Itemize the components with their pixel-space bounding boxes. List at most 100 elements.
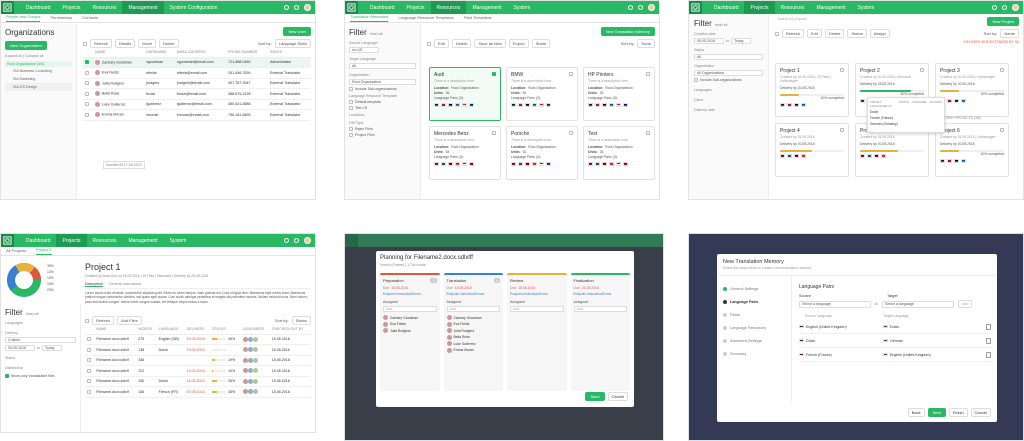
table-row[interactable]: Zachary Goodman zgoodman zgoodman@email.co… bbox=[83, 57, 311, 68]
row-checkbox[interactable] bbox=[85, 60, 89, 65]
edit-button[interactable]: Edit bbox=[807, 29, 822, 38]
assignee-avatar[interactable] bbox=[253, 378, 259, 384]
due-date[interactable]: 18.05.2016 bbox=[455, 286, 472, 290]
card-checkbox[interactable] bbox=[569, 131, 573, 135]
filter-organization[interactable]: Organization bbox=[694, 64, 763, 68]
help-icon[interactable] bbox=[628, 5, 633, 10]
assignee-row[interactable]: Emma Moran bbox=[446, 347, 501, 353]
row-checkbox[interactable] bbox=[85, 102, 89, 107]
help-icon[interactable] bbox=[284, 238, 289, 243]
export-button[interactable]: Export bbox=[509, 39, 529, 48]
filter-distribution[interactable]: Distribution bbox=[5, 366, 76, 370]
help-icon[interactable] bbox=[284, 5, 289, 10]
assignee-avatar[interactable] bbox=[253, 336, 259, 342]
card-checkbox[interactable] bbox=[840, 68, 844, 72]
project-card[interactable]: Project 4 Created by 15.05.2016 Delivery b… bbox=[775, 123, 849, 177]
test-lr-checkbox[interactable] bbox=[349, 106, 353, 110]
tm-card[interactable]: HP Printers There is a description here Lo… bbox=[583, 67, 655, 121]
reset-all-link[interactable]: reset all bbox=[370, 32, 383, 36]
card-checkbox[interactable] bbox=[646, 131, 650, 135]
move-button[interactable]: Move bbox=[138, 39, 157, 48]
assignee-row[interactable]: Zachary Goodman bbox=[446, 315, 501, 320]
delete-pair-icon[interactable] bbox=[986, 337, 991, 344]
filter-delivery-date[interactable]: Delivery date bbox=[694, 108, 763, 112]
assignee-row[interactable]: Luke Gutierrez bbox=[446, 341, 501, 346]
sort-select[interactable]: Language Skills bbox=[274, 39, 311, 48]
row-checkbox[interactable] bbox=[87, 337, 91, 342]
back-button[interactable]: Back bbox=[907, 408, 925, 417]
nav-resources[interactable]: Resources bbox=[775, 1, 811, 14]
tab-lr-templates[interactable]: Language Resource Templates bbox=[398, 15, 453, 22]
organization-select[interactable]: All Organizations bbox=[694, 70, 763, 76]
tree-item[interactable]: ISA Marketing bbox=[5, 75, 72, 83]
new-organization-button[interactable]: New Organization bbox=[5, 41, 47, 50]
expand-collapse-links[interactable]: Expand all | Collapse all bbox=[5, 54, 72, 58]
avatar[interactable] bbox=[648, 4, 655, 11]
sort-select[interactable]: Status bbox=[291, 316, 311, 325]
finish-button[interactable]: Finish bbox=[948, 408, 968, 417]
tm-card[interactable]: Audi There is a description here Location:… bbox=[429, 67, 501, 121]
tm-card[interactable]: Mercedes Benz There is a description here… bbox=[429, 126, 501, 180]
breadcrumb-project[interactable]: Project 1 bbox=[36, 247, 52, 255]
source-language-select[interactable]: en-US bbox=[349, 47, 379, 53]
app-logo[interactable] bbox=[1, 234, 14, 247]
add-assignee-input[interactable]: Add bbox=[573, 306, 627, 312]
row-checkbox[interactable] bbox=[85, 91, 89, 96]
wizard-step[interactable]: Language Pairs bbox=[723, 295, 785, 308]
col-username[interactable]: USERNAME bbox=[144, 48, 175, 58]
delete-button[interactable]: Delete bbox=[824, 29, 845, 38]
sort-select[interactable]: None bbox=[637, 39, 655, 48]
phase-instructions-link[interactable]: Endpoint Instruction/Errors bbox=[574, 292, 628, 296]
col-language[interactable]: LANGUAGE bbox=[156, 325, 185, 335]
select-all-checkbox[interactable] bbox=[85, 318, 89, 323]
nav-resources[interactable]: Resources bbox=[430, 1, 467, 14]
add-files-button[interactable]: Add Files bbox=[117, 316, 142, 325]
add-assignee-input[interactable]: Add bbox=[383, 306, 437, 312]
tab-permissions[interactable]: Permissions bbox=[50, 15, 72, 22]
delete-button[interactable]: Delete bbox=[451, 39, 472, 48]
select-all-checkbox[interactable] bbox=[775, 31, 779, 36]
delete-pair-icon[interactable] bbox=[986, 351, 991, 358]
row-checkbox[interactable] bbox=[85, 81, 89, 86]
nav-management[interactable]: Management bbox=[466, 1, 507, 14]
project-card[interactable]: Project 1 Created by 15.05.2016 | 15 File… bbox=[775, 63, 849, 117]
row-checkbox[interactable] bbox=[87, 347, 91, 352]
filter-target-language[interactable]: Target Language bbox=[349, 57, 416, 61]
assignee-row[interactable]: Bella Rose bbox=[446, 334, 501, 340]
tab-translation-memories[interactable]: Translation Memories bbox=[350, 14, 389, 22]
cancel-button[interactable]: Cancel bbox=[970, 408, 991, 417]
cancel-button[interactable]: Cancel bbox=[607, 392, 628, 401]
bell-icon[interactable] bbox=[1002, 5, 1007, 10]
avatar[interactable] bbox=[1012, 4, 1019, 11]
tab-description[interactable]: Description bbox=[85, 282, 103, 287]
wizard-step[interactable]: Fields bbox=[723, 308, 785, 321]
nav-system[interactable]: System bbox=[164, 234, 193, 247]
tm-card[interactable]: Porsche There is a description here Locati… bbox=[506, 126, 578, 180]
assignee-avatar[interactable] bbox=[253, 389, 259, 395]
tree-item[interactable]: ISA-DS Design bbox=[5, 83, 72, 91]
include-sub-org-checkbox[interactable] bbox=[694, 78, 698, 82]
table-row[interactable]: Filename.docx.sdlxlf 279 English (GB) 15.05… bbox=[85, 334, 311, 345]
filter-organization[interactable]: Organization bbox=[349, 73, 416, 77]
phase-instructions-link[interactable]: Endpoint Instruction/Errors bbox=[510, 292, 564, 296]
col-checked-out[interactable]: CHECKED OUT BY bbox=[269, 325, 311, 335]
new-translation-memory-button[interactable]: New Translation Memory bbox=[600, 27, 655, 36]
avatar[interactable] bbox=[304, 4, 311, 11]
row-checkbox[interactable] bbox=[87, 368, 91, 373]
col-delivery[interactable]: DELIVERY bbox=[184, 325, 210, 335]
col-status[interactable]: STATUS bbox=[209, 325, 242, 335]
table-row[interactable]: Eva Fields efields efields@email.com 251-44… bbox=[83, 67, 311, 79]
tab-contacts[interactable]: Contacts bbox=[82, 15, 98, 22]
row-checkbox[interactable] bbox=[87, 379, 91, 384]
due-date[interactable]: 21.05.2016 bbox=[582, 286, 599, 290]
assignee-row[interactable]: Zachary Goodman bbox=[383, 315, 437, 320]
delete-pair-icon[interactable] bbox=[986, 323, 991, 330]
avatar[interactable] bbox=[304, 237, 311, 244]
project-card[interactable]: Project 3 Created by 20.05.2016 | Volkswa… bbox=[935, 63, 1009, 117]
date-to-input[interactable]: Today bbox=[42, 345, 62, 351]
nav-management[interactable]: Management bbox=[122, 1, 164, 14]
filter-lr-template[interactable]: Language Resource Template bbox=[349, 94, 416, 98]
assign-button[interactable]: Assign bbox=[869, 29, 890, 38]
col-name[interactable]: NAME bbox=[93, 48, 145, 58]
row-checkbox[interactable] bbox=[85, 70, 89, 75]
